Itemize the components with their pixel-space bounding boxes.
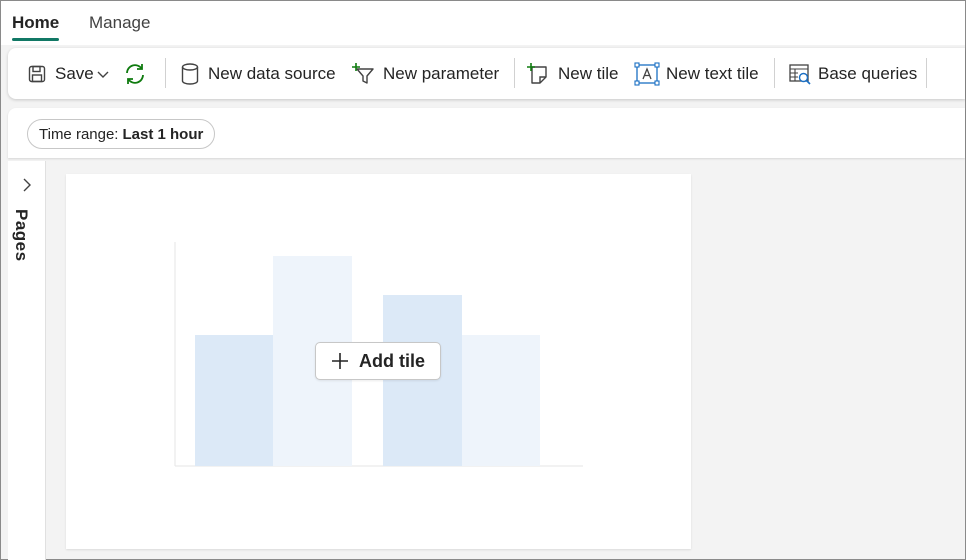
pages-panel: Pages (8, 161, 46, 560)
save-dropdown-button[interactable] (96, 58, 110, 90)
expand-pages-button[interactable] (20, 177, 34, 198)
chevron-right-icon (20, 178, 34, 197)
new-data-source-label: New data source (208, 64, 336, 83)
new-tile-label: New tile (558, 64, 619, 83)
save-label: Save (55, 64, 94, 83)
time-range-filter[interactable]: Time range: Last 1 hour (27, 119, 216, 149)
toolbar-divider (926, 58, 927, 88)
filter-bar: Time range: Last 1 hour (8, 108, 965, 158)
toolbar-divider (165, 58, 166, 88)
plus-icon (331, 352, 349, 370)
illustration-bar (462, 335, 540, 466)
new-parameter-button[interactable]: New parameter (351, 58, 499, 90)
new-text-tile-label: New text tile (666, 64, 759, 83)
new-tile-icon (526, 62, 550, 86)
ribbon-tab-bar: Home Manage (1, 1, 965, 45)
toolbar-divider (774, 58, 775, 88)
illustration-bar (195, 335, 273, 466)
new-data-source-button[interactable]: New data source (180, 58, 336, 90)
new-parameter-label: New parameter (383, 64, 500, 83)
pages-label[interactable]: Pages (11, 209, 31, 262)
save-icon (27, 64, 47, 84)
time-range-label: Time range: (39, 125, 119, 143)
text-box-icon (634, 62, 660, 86)
tab-manage[interactable]: Manage (89, 13, 150, 41)
filter-add-icon (351, 62, 375, 86)
new-tile-button[interactable]: New tile (526, 58, 618, 90)
database-icon (180, 62, 200, 86)
base-queries-button[interactable]: Base queries (788, 58, 917, 90)
new-text-tile-button[interactable]: New text tile (634, 58, 759, 90)
toolbar-divider (514, 58, 515, 88)
refresh-button[interactable] (122, 58, 148, 90)
refresh-icon (122, 61, 148, 87)
tab-home[interactable]: Home (12, 13, 60, 41)
add-tile-label: Add tile (359, 350, 425, 371)
add-tile-button[interactable]: Add tile (315, 342, 441, 380)
base-queries-label: Base queries (818, 64, 918, 83)
illustration-bar (383, 295, 462, 466)
table-search-icon (788, 62, 812, 86)
dashboard-canvas: Add tile (66, 174, 691, 549)
toolbar: Save New data source New parameter New t… (8, 48, 965, 99)
chevron-down-icon (96, 67, 110, 81)
time-range-value: Last 1 hour (122, 125, 204, 143)
save-button[interactable]: Save (27, 58, 94, 90)
